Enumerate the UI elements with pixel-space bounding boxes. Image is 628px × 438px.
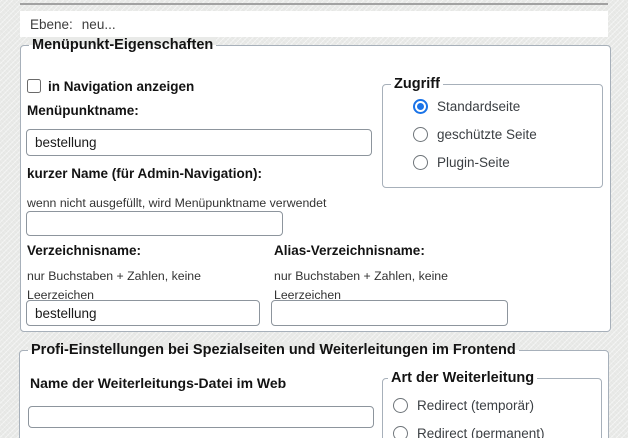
- alias-directory-input[interactable]: [271, 300, 508, 326]
- show-in-navigation-checkbox[interactable]: [27, 79, 41, 93]
- short-name-label: kurzer Name (für Admin-Navigation):: [27, 166, 263, 181]
- menu-properties-legend: Menüpunkt-Eigenschaften: [29, 37, 217, 54]
- menu-name-input[interactable]: [26, 129, 372, 156]
- redirect-file-label: Name der Weiterleitungs-Datei im Web: [30, 375, 287, 391]
- redirect-type-legend: Art der Weiterleitung: [388, 370, 538, 387]
- redirect-option-permanent[interactable]: Redirect (permanent): [393, 425, 545, 438]
- access-fieldset: Zugriff Standardseite geschützte Seite P…: [382, 76, 603, 188]
- alias-directory-label: Alias-Verzeichnisname:: [274, 243, 425, 258]
- radio-icon[interactable]: [393, 425, 408, 438]
- short-name-input[interactable]: [26, 211, 283, 236]
- radio-icon[interactable]: [413, 98, 428, 114]
- radio-label: geschützte Seite: [437, 126, 537, 142]
- directory-name-label: Verzeichnisname:: [27, 243, 142, 258]
- redirect-file-input[interactable]: [28, 406, 374, 428]
- radio-icon[interactable]: [413, 154, 428, 170]
- radio-label: Redirect (permanent): [417, 425, 545, 438]
- radio-icon[interactable]: [413, 126, 428, 142]
- directory-name-input[interactable]: [26, 300, 260, 326]
- radio-label: Standardseite: [437, 98, 521, 114]
- menu-name-label: Menüpunktname:: [27, 103, 139, 118]
- radio-label: Redirect (temporär): [417, 397, 535, 413]
- access-option-plugin-seite[interactable]: Plugin-Seite: [413, 154, 510, 170]
- profi-settings-legend: Profi-Einstellungen bei Spezialseiten un…: [28, 342, 519, 359]
- access-legend: Zugriff: [391, 76, 443, 93]
- app-window: Ebene: neu... Menüpunkt-Eigenschaften in…: [0, 0, 628, 438]
- radio-icon[interactable]: [393, 397, 408, 413]
- breadcrumb: Ebene: neu...: [20, 11, 608, 37]
- breadcrumb-value: neu...: [81, 16, 116, 32]
- access-option-standardseite[interactable]: Standardseite: [413, 98, 520, 114]
- breadcrumb-label: Ebene:: [30, 16, 73, 32]
- radio-label: Plugin-Seite: [437, 154, 510, 170]
- show-in-navigation-label: in Navigation anzeigen: [48, 79, 195, 94]
- access-option-geschuetzte-seite[interactable]: geschützte Seite: [413, 126, 537, 142]
- menu-properties-fieldset: Menüpunkt-Eigenschaften in Navigation an…: [20, 37, 611, 332]
- redirect-option-temporaer[interactable]: Redirect (temporär): [393, 397, 534, 413]
- redirect-type-fieldset: Art der Weiterleitung Redirect (temporär…: [382, 370, 602, 438]
- profi-settings-fieldset: Profi-Einstellungen bei Spezialseiten un…: [19, 342, 609, 438]
- top-divider: [20, 3, 608, 5]
